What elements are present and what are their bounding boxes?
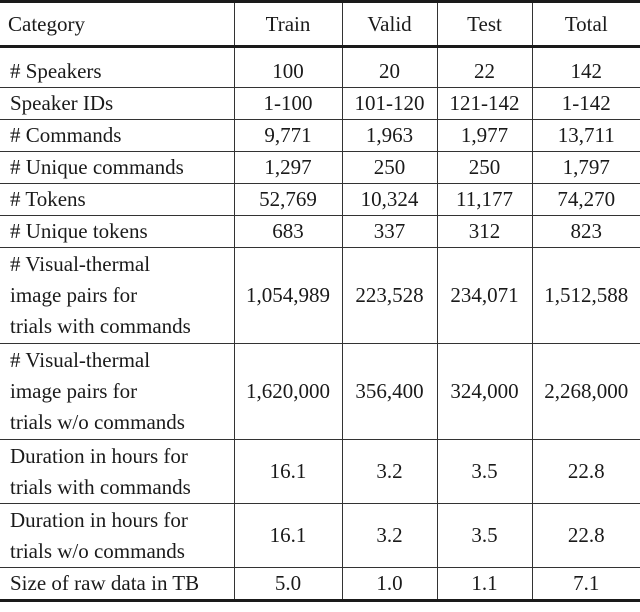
table-row: # Visual-thermal image pairs for trials … (0, 343, 640, 440)
cell-total: 2,268,000 (531, 343, 640, 440)
cell-train: 1,054,989 (233, 247, 342, 344)
cell-train: 100 (233, 46, 342, 88)
table-row: # Commands 9,771 1,963 1,977 13,711 (0, 119, 640, 152)
header-train: Train (233, 1, 342, 48)
cell-total: 22.8 (531, 503, 640, 568)
cell-total: 823 (531, 215, 640, 248)
cell-train: 1,620,000 (233, 343, 342, 440)
cell-train: 16.1 (233, 439, 342, 504)
header-valid: Valid (341, 1, 437, 48)
cell-train: 1-100 (233, 87, 342, 120)
cell-valid: 101-120 (341, 87, 437, 120)
cell-test: 234,071 (436, 247, 532, 344)
row-category: # Speakers (10, 59, 102, 83)
row-category: # Visual-thermal image pairs for trials … (10, 348, 185, 434)
cell-valid: 1,963 (341, 119, 437, 152)
table-body: # Speakers 100 20 22 142 Speaker IDs 1-1… (0, 46, 640, 601)
cell-total: 1,512,588 (531, 247, 640, 344)
table-header: Category Train Valid Test Total (0, 1, 640, 48)
header-total: Total (531, 1, 640, 48)
row-category: Size of raw data in TB (10, 571, 200, 595)
cell-valid: 20 (341, 46, 437, 88)
row-category: # Tokens (10, 187, 86, 211)
table-row: Duration in hours for trials w/o command… (0, 503, 640, 568)
cell-total: 13,711 (531, 119, 640, 152)
header-test: Test (436, 1, 532, 48)
cell-train: 5.0 (233, 567, 342, 601)
table-row: # Unique tokens 683 337 312 823 (0, 215, 640, 248)
row-category: # Unique commands (10, 155, 184, 179)
cell-valid: 356,400 (341, 343, 437, 440)
cell-train: 52,769 (233, 183, 342, 216)
cell-test: 1.1 (436, 567, 532, 601)
row-category: Duration in hours for trials w/o command… (10, 507, 188, 563)
cell-total: 142 (531, 46, 640, 88)
table-row: Speaker IDs 1-100 101-120 121-142 1-142 (0, 87, 640, 120)
cell-total: 22.8 (531, 439, 640, 504)
cell-test: 324,000 (436, 343, 532, 440)
cell-total: 74,270 (531, 183, 640, 216)
cell-test: 22 (436, 46, 532, 88)
table-row: # Visual-thermal image pairs for trials … (0, 247, 640, 344)
cell-test: 3.5 (436, 439, 532, 504)
cell-total: 1-142 (531, 87, 640, 120)
row-category: Speaker IDs (10, 91, 114, 115)
cell-valid: 1.0 (341, 567, 437, 601)
cell-train: 1,297 (233, 151, 342, 184)
row-category: # Commands (10, 123, 122, 147)
cell-train: 9,771 (233, 119, 342, 152)
row-category: # Visual-thermal image pairs for trials … (10, 252, 191, 338)
cell-test: 312 (436, 215, 532, 248)
table-row: # Speakers 100 20 22 142 (0, 46, 640, 88)
cell-test: 3.5 (436, 503, 532, 568)
cell-total: 7.1 (531, 567, 640, 601)
cell-train: 16.1 (233, 503, 342, 568)
table-row: Duration in hours for trials with comman… (0, 439, 640, 504)
cell-test: 121-142 (436, 87, 532, 120)
table-row: # Tokens 52,769 10,324 11,177 74,270 (0, 183, 640, 216)
cell-valid: 10,324 (341, 183, 437, 216)
row-category: Duration in hours for trials with comman… (10, 443, 191, 499)
cell-valid: 250 (341, 151, 437, 184)
cell-valid: 3.2 (341, 503, 437, 568)
table-row: # Unique commands 1,297 250 250 1,797 (0, 151, 640, 184)
cell-test: 11,177 (436, 183, 532, 216)
cell-valid: 223,528 (341, 247, 437, 344)
cell-valid: 3.2 (341, 439, 437, 504)
table-row: Size of raw data in TB 5.0 1.0 1.1 7.1 (0, 567, 640, 601)
cell-test: 1,977 (436, 119, 532, 152)
cell-total: 1,797 (531, 151, 640, 184)
cell-test: 250 (436, 151, 532, 184)
cell-train: 683 (233, 215, 342, 248)
header-row: Category Train Valid Test Total (0, 1, 640, 48)
header-category: Category (0, 1, 234, 48)
cell-valid: 337 (341, 215, 437, 248)
dataset-statistics-table: Category Train Valid Test Total # Speake… (0, 0, 640, 602)
row-category: # Unique tokens (10, 219, 148, 243)
